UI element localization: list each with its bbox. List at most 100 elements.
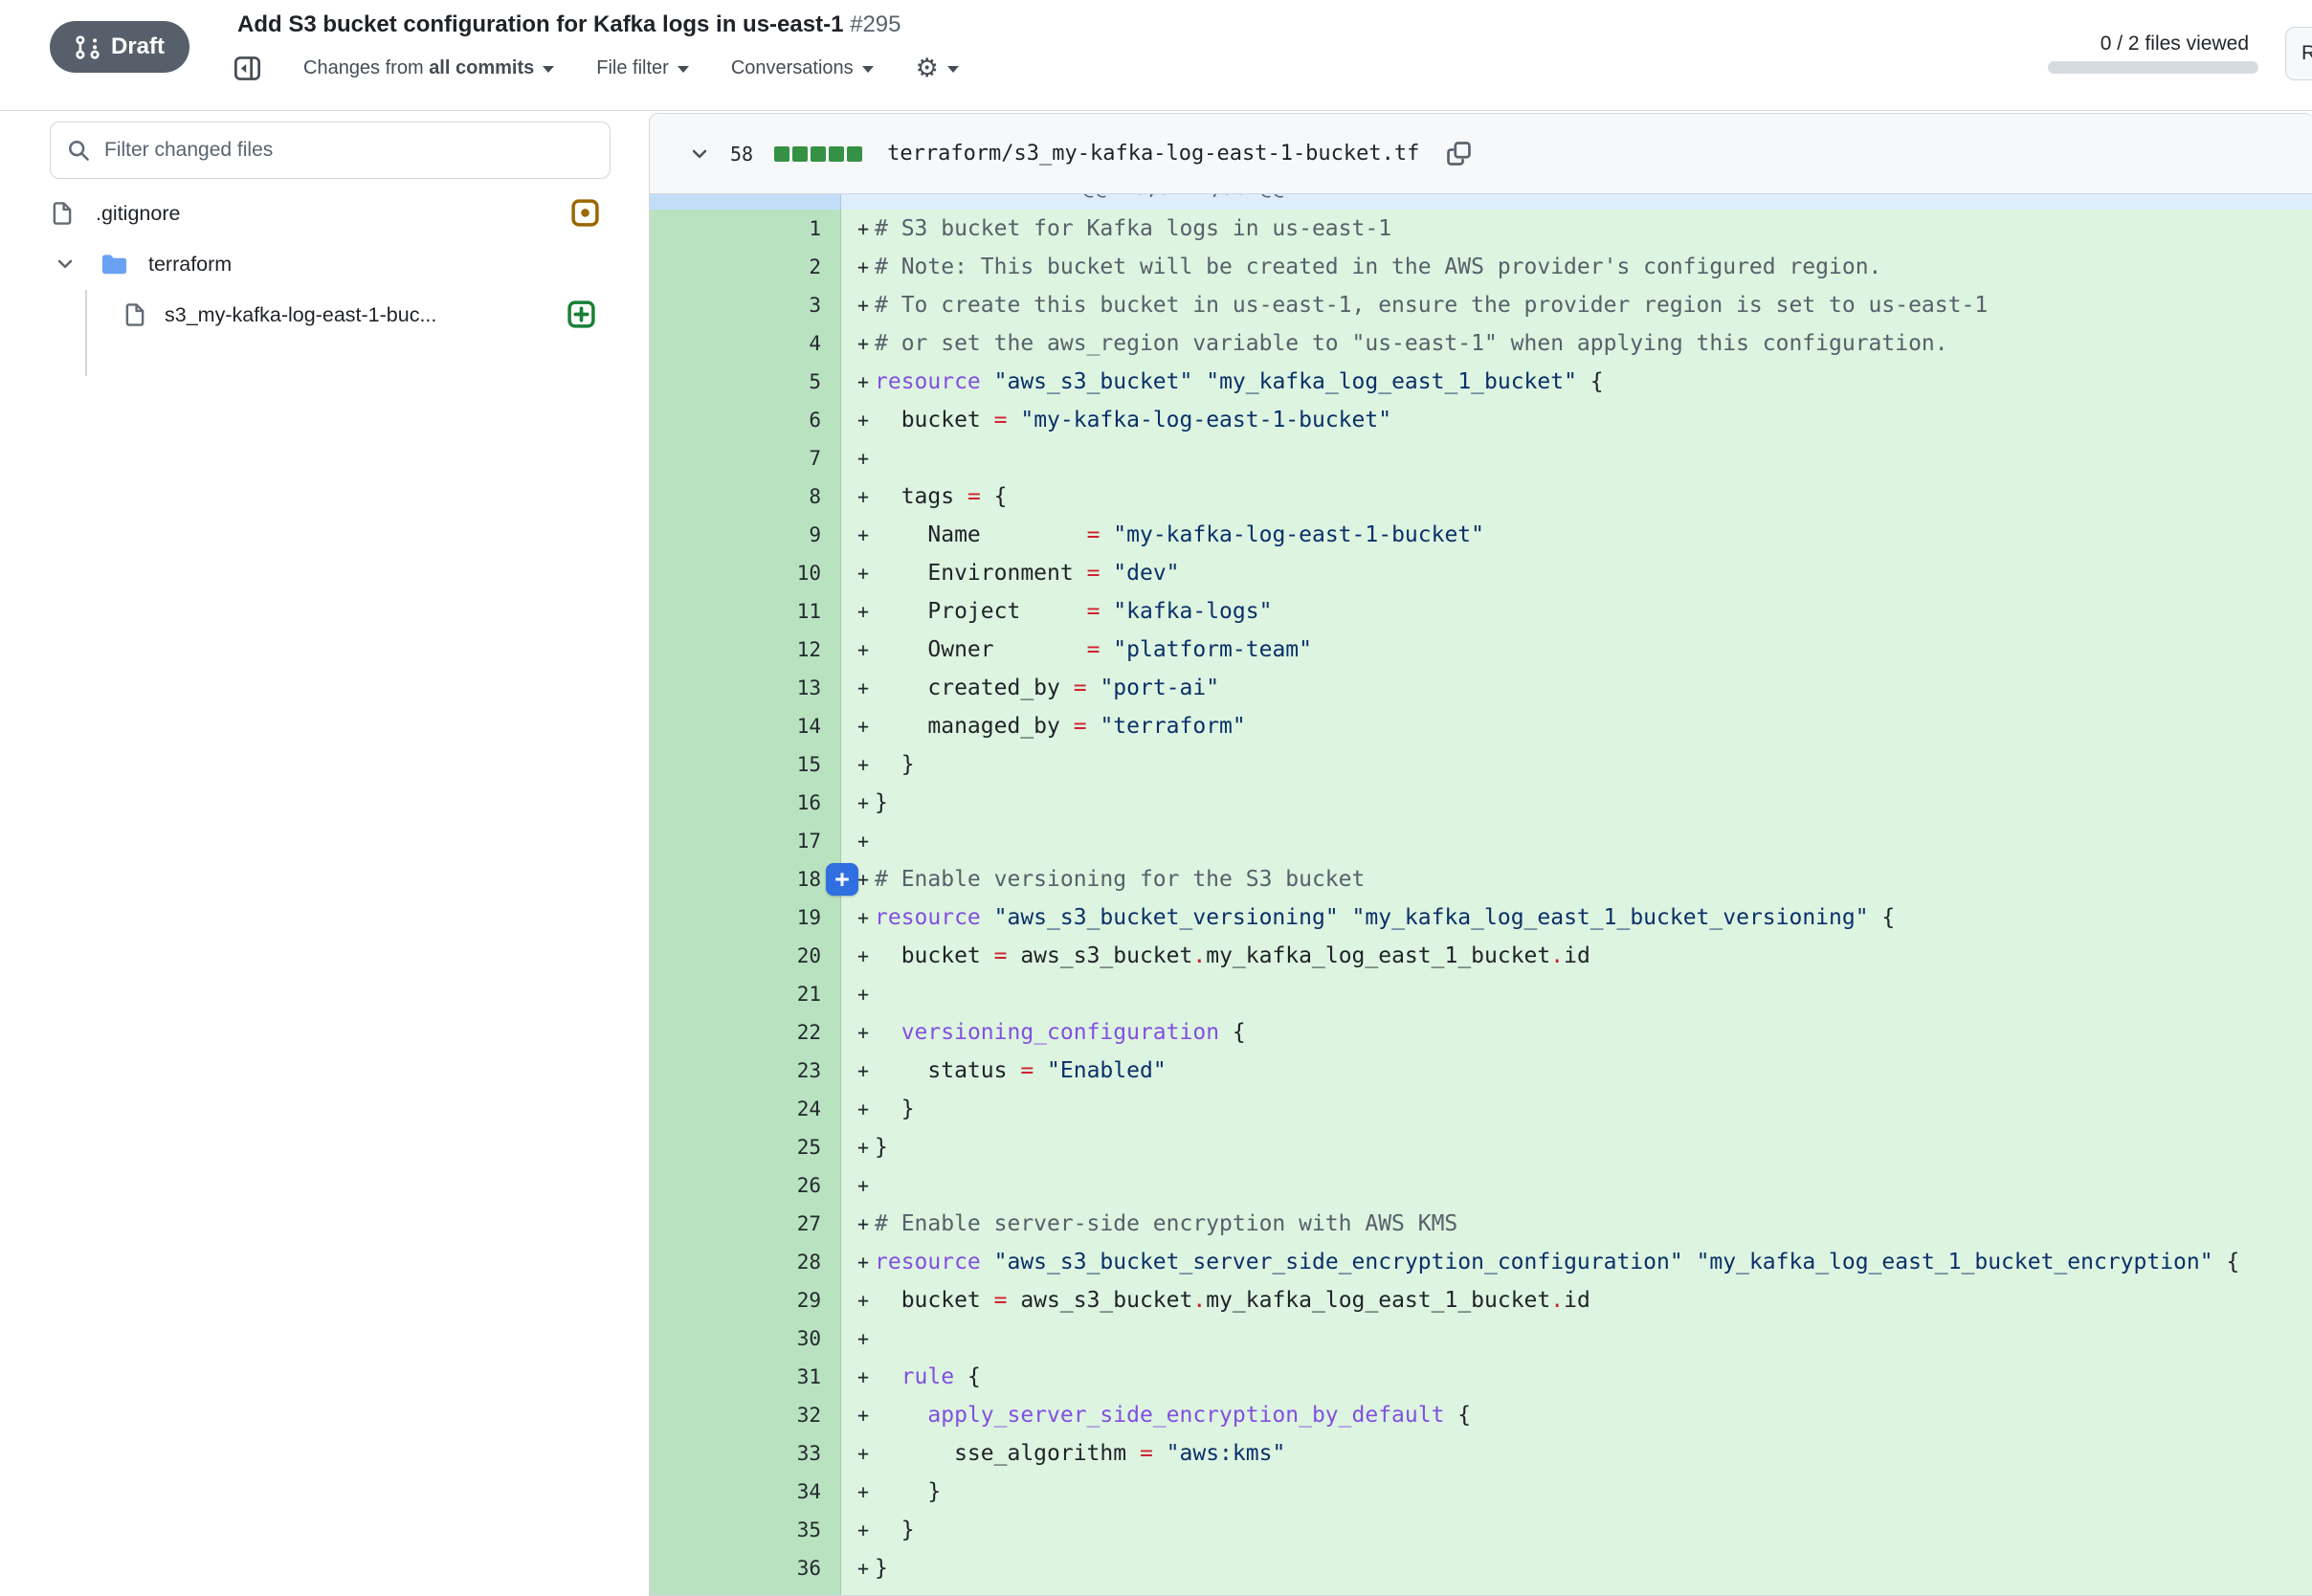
addition-block-icon xyxy=(792,146,808,162)
line-number[interactable]: 29 xyxy=(650,1281,841,1319)
line-number[interactable]: 33 xyxy=(650,1434,841,1473)
line-number[interactable]: 27 xyxy=(650,1205,841,1243)
line-number[interactable]: 8 xyxy=(650,477,841,516)
line-number[interactable]: 3 xyxy=(650,286,841,324)
code-line: + sse_algorithm = "aws:kms" xyxy=(841,1434,2312,1473)
tree-item-terraform[interactable]: terraform xyxy=(29,239,622,289)
line-number[interactable]: 5 xyxy=(650,363,841,401)
line-number[interactable]: 18 xyxy=(650,860,841,898)
collapse-sidebar-button[interactable] xyxy=(233,55,261,82)
line-number[interactable]: 15 xyxy=(650,745,841,784)
code-line: +# Note: This bucket will be created in … xyxy=(841,248,2312,286)
conversations-dropdown[interactable]: Conversations xyxy=(731,57,874,79)
line-number[interactable]: 4 xyxy=(650,324,841,363)
diff-line: 25+} xyxy=(650,1128,2312,1166)
line-number[interactable]: 9 xyxy=(650,516,841,554)
files-viewed-progress-bar xyxy=(2048,61,2258,74)
addition-marker: + xyxy=(841,210,875,248)
line-number[interactable]: 12 xyxy=(650,631,841,669)
code-line: + bucket = "my-kafka-log-east-1-bucket" xyxy=(841,401,2312,439)
addition-marker: + xyxy=(841,1166,875,1205)
line-number[interactable]: 10 xyxy=(650,554,841,592)
line-number[interactable]: 17 xyxy=(650,822,841,860)
line-number[interactable]: 24 xyxy=(650,1090,841,1128)
line-number[interactable]: 11 xyxy=(650,592,841,631)
line-number[interactable]: 25 xyxy=(650,1128,841,1166)
line-number[interactable]: 2 xyxy=(650,248,841,286)
hunk-gutter xyxy=(650,194,841,210)
diff-line: 27+# Enable server-side encryption with … xyxy=(650,1205,2312,1243)
collapse-file-chevron-icon[interactable] xyxy=(690,144,709,164)
file-path-link[interactable]: terraform/s3_my-kafka-log-east-1-bucket.… xyxy=(887,142,1419,166)
line-number[interactable]: 20 xyxy=(650,937,841,975)
code-line: + managed_by = "terraform" xyxy=(841,707,2312,745)
addition-marker: + xyxy=(841,784,875,822)
addition-marker: + xyxy=(841,745,875,784)
tree-item-gitignore[interactable]: .gitignore xyxy=(29,188,622,238)
code-line: + xyxy=(841,1587,2312,1596)
line-number[interactable]: 36 xyxy=(650,1549,841,1587)
addition-marker: + xyxy=(841,1281,875,1319)
addition-marker: + xyxy=(841,1013,875,1052)
addition-marker: + xyxy=(841,439,875,477)
diff-line: 4+# or set the aws_region variable to "u… xyxy=(650,324,2312,363)
line-number[interactable]: 28 xyxy=(650,1243,841,1281)
chevron-down-icon xyxy=(678,66,689,73)
code-line: + } xyxy=(841,745,2312,784)
file-filter-dropdown[interactable]: File filter xyxy=(596,57,689,79)
line-number[interactable]: 14 xyxy=(650,707,841,745)
line-number[interactable]: 21 xyxy=(650,975,841,1013)
diff-line: 17+ xyxy=(650,822,2312,860)
line-number[interactable]: 30 xyxy=(650,1319,841,1358)
addition-block-icon xyxy=(829,146,844,162)
code-line: + created_by = "port-ai" xyxy=(841,669,2312,707)
line-number[interactable]: 23 xyxy=(650,1052,841,1090)
addition-marker: + xyxy=(841,1587,875,1596)
line-number[interactable]: 16 xyxy=(650,784,841,822)
addition-marker: + xyxy=(841,1319,875,1358)
changes-from-dropdown[interactable]: Changes from all commits xyxy=(303,57,554,79)
diff-line: 1+# S3 bucket for Kafka logs in us-east-… xyxy=(650,210,2312,248)
addition-marker: + xyxy=(841,286,875,324)
search-icon xyxy=(67,139,90,162)
line-number[interactable]: 34 xyxy=(650,1473,841,1511)
line-number[interactable]: 22 xyxy=(650,1013,841,1052)
code-line: + } xyxy=(841,1511,2312,1549)
line-number[interactable]: 19 xyxy=(650,898,841,937)
filter-changed-files xyxy=(50,122,611,179)
line-number[interactable]: 31 xyxy=(650,1358,841,1396)
addition-marker: + xyxy=(841,1052,875,1090)
addition-marker: + xyxy=(841,401,875,439)
line-number[interactable]: 1 xyxy=(650,210,841,248)
hunk-header-row-clipped: @@ -0,0 +1,58 @@ xyxy=(650,194,2312,210)
copy-path-button[interactable] xyxy=(1446,141,1472,166)
line-number[interactable]: 13 xyxy=(650,669,841,707)
folder-icon xyxy=(100,250,129,279)
code-line: + status = "Enabled" xyxy=(841,1052,2312,1090)
addition-marker: + xyxy=(841,898,875,937)
filter-files-input[interactable] xyxy=(50,122,611,179)
line-number[interactable]: 35 xyxy=(650,1511,841,1549)
files-viewed-counter: 0 / 2 files viewed xyxy=(2101,33,2249,55)
review-changes-button[interactable]: R xyxy=(2285,27,2312,80)
diff-line: 3+# To create this bucket in us-east-1, … xyxy=(650,286,2312,324)
addition-marker: + xyxy=(841,1243,875,1281)
code-line: + Project = "kafka-logs" xyxy=(841,592,2312,631)
gear-icon: ⚙ xyxy=(916,55,939,81)
hunk-header: @@ -0,0 +1,58 @@ xyxy=(841,194,2312,210)
line-number[interactable]: 32 xyxy=(650,1396,841,1434)
diff-line: 36+} xyxy=(650,1549,2312,1587)
line-number[interactable]: 7 xyxy=(650,439,841,477)
line-number[interactable]: 26 xyxy=(650,1166,841,1205)
add-comment-plus-button[interactable]: + xyxy=(826,863,858,896)
code-line: + xyxy=(841,439,2312,477)
diff-line: 35+ } xyxy=(650,1511,2312,1549)
line-number[interactable]: 6 xyxy=(650,401,841,439)
line-number[interactable]: 37 xyxy=(650,1587,841,1596)
diff-line: 20+ bucket = aws_s3_bucket.my_kafka_log_… xyxy=(650,937,2312,975)
diff-settings-menu[interactable]: ⚙ xyxy=(916,55,959,81)
diff-line: 6+ bucket = "my-kafka-log-east-1-bucket" xyxy=(650,401,2312,439)
code-line: + xyxy=(841,822,2312,860)
tree-item-s3-bucket-file[interactable]: s3_my-kafka-log-east-1-buc... xyxy=(29,290,622,340)
code-line: +# or set the aws_region variable to "us… xyxy=(841,324,2312,363)
